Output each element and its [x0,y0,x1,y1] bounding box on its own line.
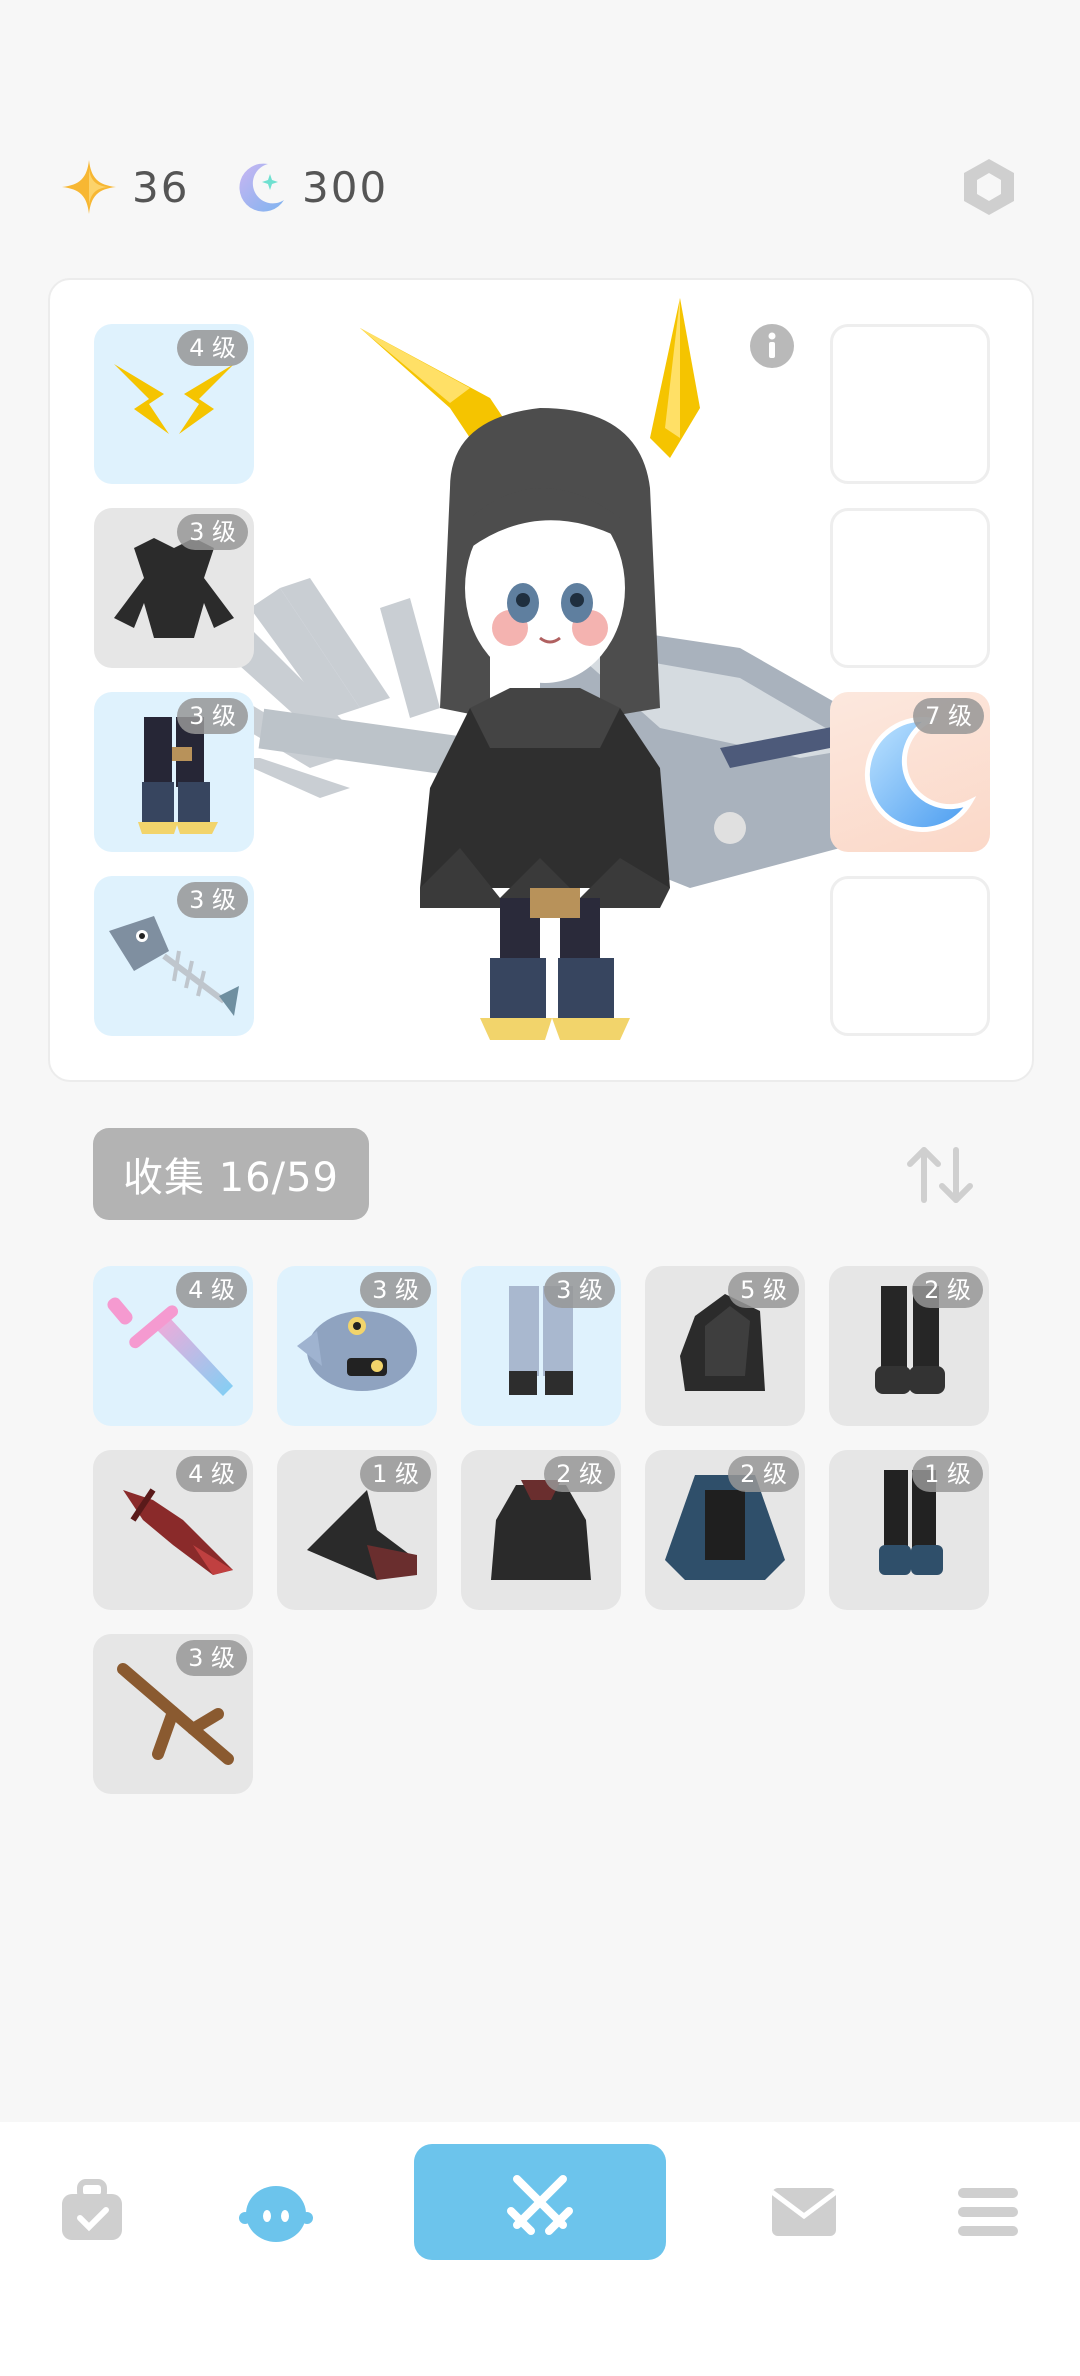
inventory-item-black-boots[interactable]: 2 级 [829,1266,989,1426]
character-illustration [240,298,880,1040]
inventory-item-blue-robe[interactable]: 2 级 [645,1450,805,1610]
info-icon[interactable] [748,322,796,370]
character-icon[interactable] [236,2172,316,2252]
bottom-navigation [0,2122,1080,2376]
inventory-item-armored-boots[interactable]: 1 级 [829,1450,989,1610]
inventory-item-wooden-branch[interactable]: 3 级 [93,1634,253,1794]
bag-icon[interactable] [52,2172,132,2252]
currency-bar: 36 300 [60,152,1020,222]
level-badge: 3 级 [177,698,248,734]
equip-slot-empty-3[interactable] [830,876,990,1036]
level-badge: 3 级 [360,1272,431,1308]
equip-slot-empty-2[interactable] [830,508,990,668]
star-currency: 36 [60,152,189,222]
inventory-item-dark-hood[interactable]: 5 级 [645,1266,805,1426]
inventory-item-dark-cloak[interactable]: 2 级 [461,1450,621,1610]
star-count: 36 [132,162,190,212]
moon-icon [239,163,284,212]
hexagon-settings-icon[interactable] [958,156,1020,218]
equip-slot-boots[interactable]: 3 级 [94,692,254,852]
battle-icon [507,2175,573,2235]
level-badge: 1 级 [912,1456,983,1492]
mail-icon[interactable] [764,2172,844,2252]
level-badge: 1 级 [360,1456,431,1492]
level-badge: 3 级 [176,1640,247,1676]
inventory-item-light-pants[interactable]: 3 级 [461,1266,621,1426]
equip-slot-horns[interactable]: 4 级 [94,324,254,484]
battle-button[interactable] [414,2144,666,2260]
level-badge: 2 级 [728,1456,799,1492]
moon-count: 300 [302,162,389,212]
star-icon [62,160,116,214]
inventory-item-witch-hat[interactable]: 1 级 [277,1450,437,1610]
inventory-item-pink-sword[interactable]: 4 级 [93,1266,253,1426]
level-badge: 3 级 [177,514,248,550]
level-badge: 3 级 [177,882,248,918]
collection-counter[interactable]: 收集 16/59 [93,1128,369,1220]
level-badge: 4 级 [177,330,248,366]
level-badge: 2 级 [912,1272,983,1308]
equip-slot-moon[interactable]: 7 级 [830,692,990,852]
equip-slot-empty-1[interactable] [830,324,990,484]
equip-slot-fish[interactable]: 3 级 [94,876,254,1036]
inventory-item-red-dragon-blade[interactable]: 4 级 [93,1450,253,1610]
level-badge: 5 级 [728,1272,799,1308]
character-card: 4 级 3 级 3 级 3 级 7 级 [48,278,1034,1082]
moon-currency: 300 [234,152,388,222]
level-badge: 4 级 [176,1272,247,1308]
level-badge: 2 级 [544,1456,615,1492]
level-badge: 7 级 [913,698,984,734]
level-badge: 3 级 [544,1272,615,1308]
inventory-item-fish-head[interactable]: 3 级 [277,1266,437,1426]
level-badge: 4 级 [176,1456,247,1492]
menu-icon[interactable] [948,2172,1028,2252]
sort-arrows-icon[interactable] [900,1140,980,1210]
equip-slot-armor[interactable]: 3 级 [94,508,254,668]
